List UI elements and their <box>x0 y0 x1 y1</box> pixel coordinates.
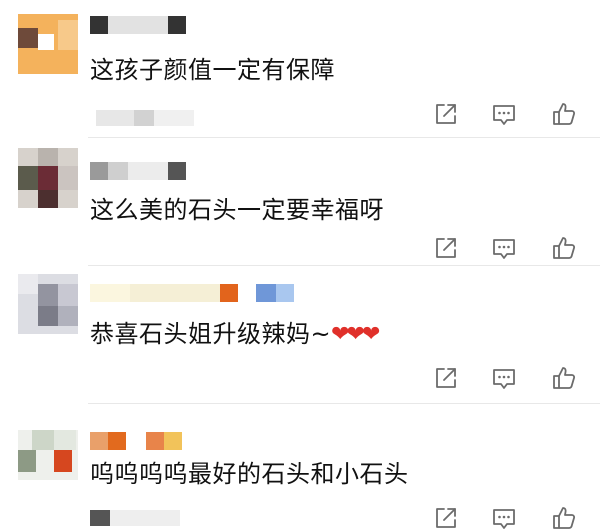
share-icon <box>436 238 456 258</box>
like-button[interactable] <box>550 100 578 128</box>
share-button[interactable] <box>432 364 460 392</box>
comment-item: 恭喜石头姐升级辣妈~❤❤❤ <box>0 266 600 404</box>
comment-text: 呜呜呜呜最好的石头和小石头 <box>90 458 409 490</box>
thumbs-up-icon <box>553 237 576 259</box>
comment-text: 恭喜石头姐升级辣妈~❤❤❤ <box>90 318 380 351</box>
comment-actions <box>432 100 582 128</box>
comment-actions <box>432 504 582 532</box>
comment-actions <box>432 234 582 262</box>
reply-button[interactable] <box>490 364 518 392</box>
thumbs-up-icon <box>553 507 576 529</box>
avatar[interactable] <box>18 274 78 334</box>
reply-button[interactable] <box>490 234 518 262</box>
avatar[interactable] <box>18 430 78 490</box>
share-icon <box>436 104 456 124</box>
comment-icon <box>493 105 515 125</box>
comment-icon <box>493 239 515 259</box>
comment-text-content: 这孩子颜值一定有保障 <box>90 56 335 84</box>
like-button[interactable] <box>550 364 578 392</box>
share-button[interactable] <box>432 100 460 128</box>
share-icon <box>436 368 456 388</box>
share-button[interactable] <box>432 504 460 532</box>
comment-text-content: 恭喜石头姐升级辣妈~ <box>90 320 332 348</box>
comment-item: 这孩子颜值一定有保障 <box>0 0 600 138</box>
share-button[interactable] <box>432 234 460 262</box>
comment-icon <box>493 369 515 389</box>
like-button[interactable] <box>550 234 578 262</box>
reply-button[interactable] <box>490 100 518 128</box>
thumbs-up-icon <box>553 367 576 389</box>
comment-text-content: 呜呜呜呜最好的石头和小石头 <box>90 460 409 488</box>
comment-text: 这孩子颜值一定有保障 <box>90 54 335 86</box>
comment-text: 这么美的石头一定要幸福呀 <box>90 194 384 226</box>
comment-icon <box>493 509 515 529</box>
reply-button[interactable] <box>490 504 518 532</box>
like-button[interactable] <box>550 504 578 532</box>
comment-item: 这么美的石头一定要幸福呀 <box>0 138 600 266</box>
avatar[interactable] <box>18 148 78 208</box>
heart-emojis: ❤❤❤ <box>331 322 380 347</box>
comment-actions <box>432 364 582 392</box>
comment-text-content: 这么美的石头一定要幸福呀 <box>90 196 384 224</box>
thumbs-up-icon <box>553 103 576 125</box>
comment-item: 呜呜呜呜最好的石头和小石头 <box>0 404 600 532</box>
avatar[interactable] <box>18 14 78 74</box>
share-icon <box>436 508 456 528</box>
